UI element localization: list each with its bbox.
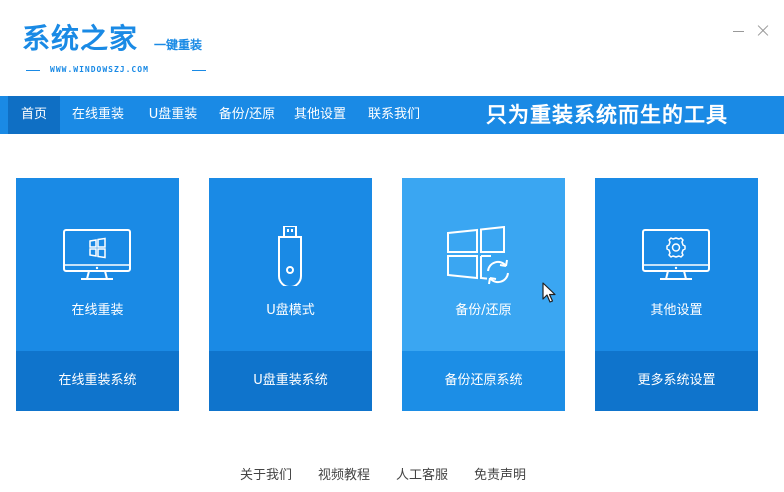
nav-item-usb-reinstall[interactable]: U盘重装 [142,96,204,134]
logo-dash-right [192,70,206,71]
main-nav: 首页 在线重装 U盘重装 备份/还原 其他设置 联系我们 只为重装系统而生的工具 [0,96,784,134]
logo-text: 系统之家 [22,22,139,55]
nav-item-contact-us[interactable]: 联系我们 [362,96,426,134]
logo-url: WWW.WINDOWSZJ.COM [50,65,149,74]
card-usb-mode[interactable]: U盘模式 U盘重装系统 [209,178,372,411]
card-online-reinstall-top[interactable]: 在线重装 [16,178,179,351]
card-backup-restore-title: 备份/还原 [455,303,512,318]
nav-item-backup-restore[interactable]: 备份/还原 [212,96,282,134]
card-online-reinstall-title: 在线重装 [71,303,124,318]
nav-item-online-reinstall[interactable]: 在线重装 [66,96,130,134]
title-bar: 系统之家 一键重装 WWW.WINDOWSZJ.COM [0,0,784,96]
card-online-reinstall[interactable]: 在线重装 在线重装系统 [16,178,179,411]
logo-subtitle: 一键重装 [154,38,203,52]
usb-drive-icon [278,226,302,286]
nav-slogan: 只为重装系统而生的工具 [486,103,728,127]
footer-link-video-tutorial[interactable]: 视频教程 [318,468,370,484]
logo-dash-left [26,70,40,71]
windows-restore-icon [447,226,509,285]
minimize-icon[interactable] [730,22,748,40]
close-icon[interactable] [754,22,772,40]
card-other-settings-title: 其他设置 [650,303,703,318]
card-usb-mode-title: U盘模式 [266,303,315,318]
monitor-windows-icon [63,229,131,280]
app-logo: 系统之家 一键重装 WWW.WINDOWSZJ.COM [22,22,222,78]
card-other-settings-top[interactable]: 其他设置 [595,178,758,351]
nav-item-home[interactable]: 首页 [8,96,60,134]
card-usb-mode-top[interactable]: U盘模式 [209,178,372,351]
mouse-cursor-icon [542,282,556,303]
card-other-settings-button[interactable]: 更多系统设置 [595,351,758,411]
card-backup-restore-top[interactable]: 备份/还原 [402,178,565,351]
card-usb-mode-button[interactable]: U盘重装系统 [209,351,372,411]
footer-link-disclaimer[interactable]: 免责声明 [474,468,526,484]
logo-url-line: WWW.WINDOWSZJ.COM [26,64,206,76]
nav-item-other-settings[interactable]: 其他设置 [288,96,352,134]
footer-link-customer-service[interactable]: 人工客服 [396,468,448,484]
card-online-reinstall-button[interactable]: 在线重装系统 [16,351,179,411]
card-other-settings[interactable]: 其他设置 更多系统设置 [595,178,758,411]
footer-link-about[interactable]: 关于我们 [240,468,292,484]
monitor-gear-icon [642,229,710,280]
card-backup-restore-button[interactable]: 备份还原系统 [402,351,565,411]
card-backup-restore[interactable]: 备份/还原 备份还原系统 [402,178,565,411]
